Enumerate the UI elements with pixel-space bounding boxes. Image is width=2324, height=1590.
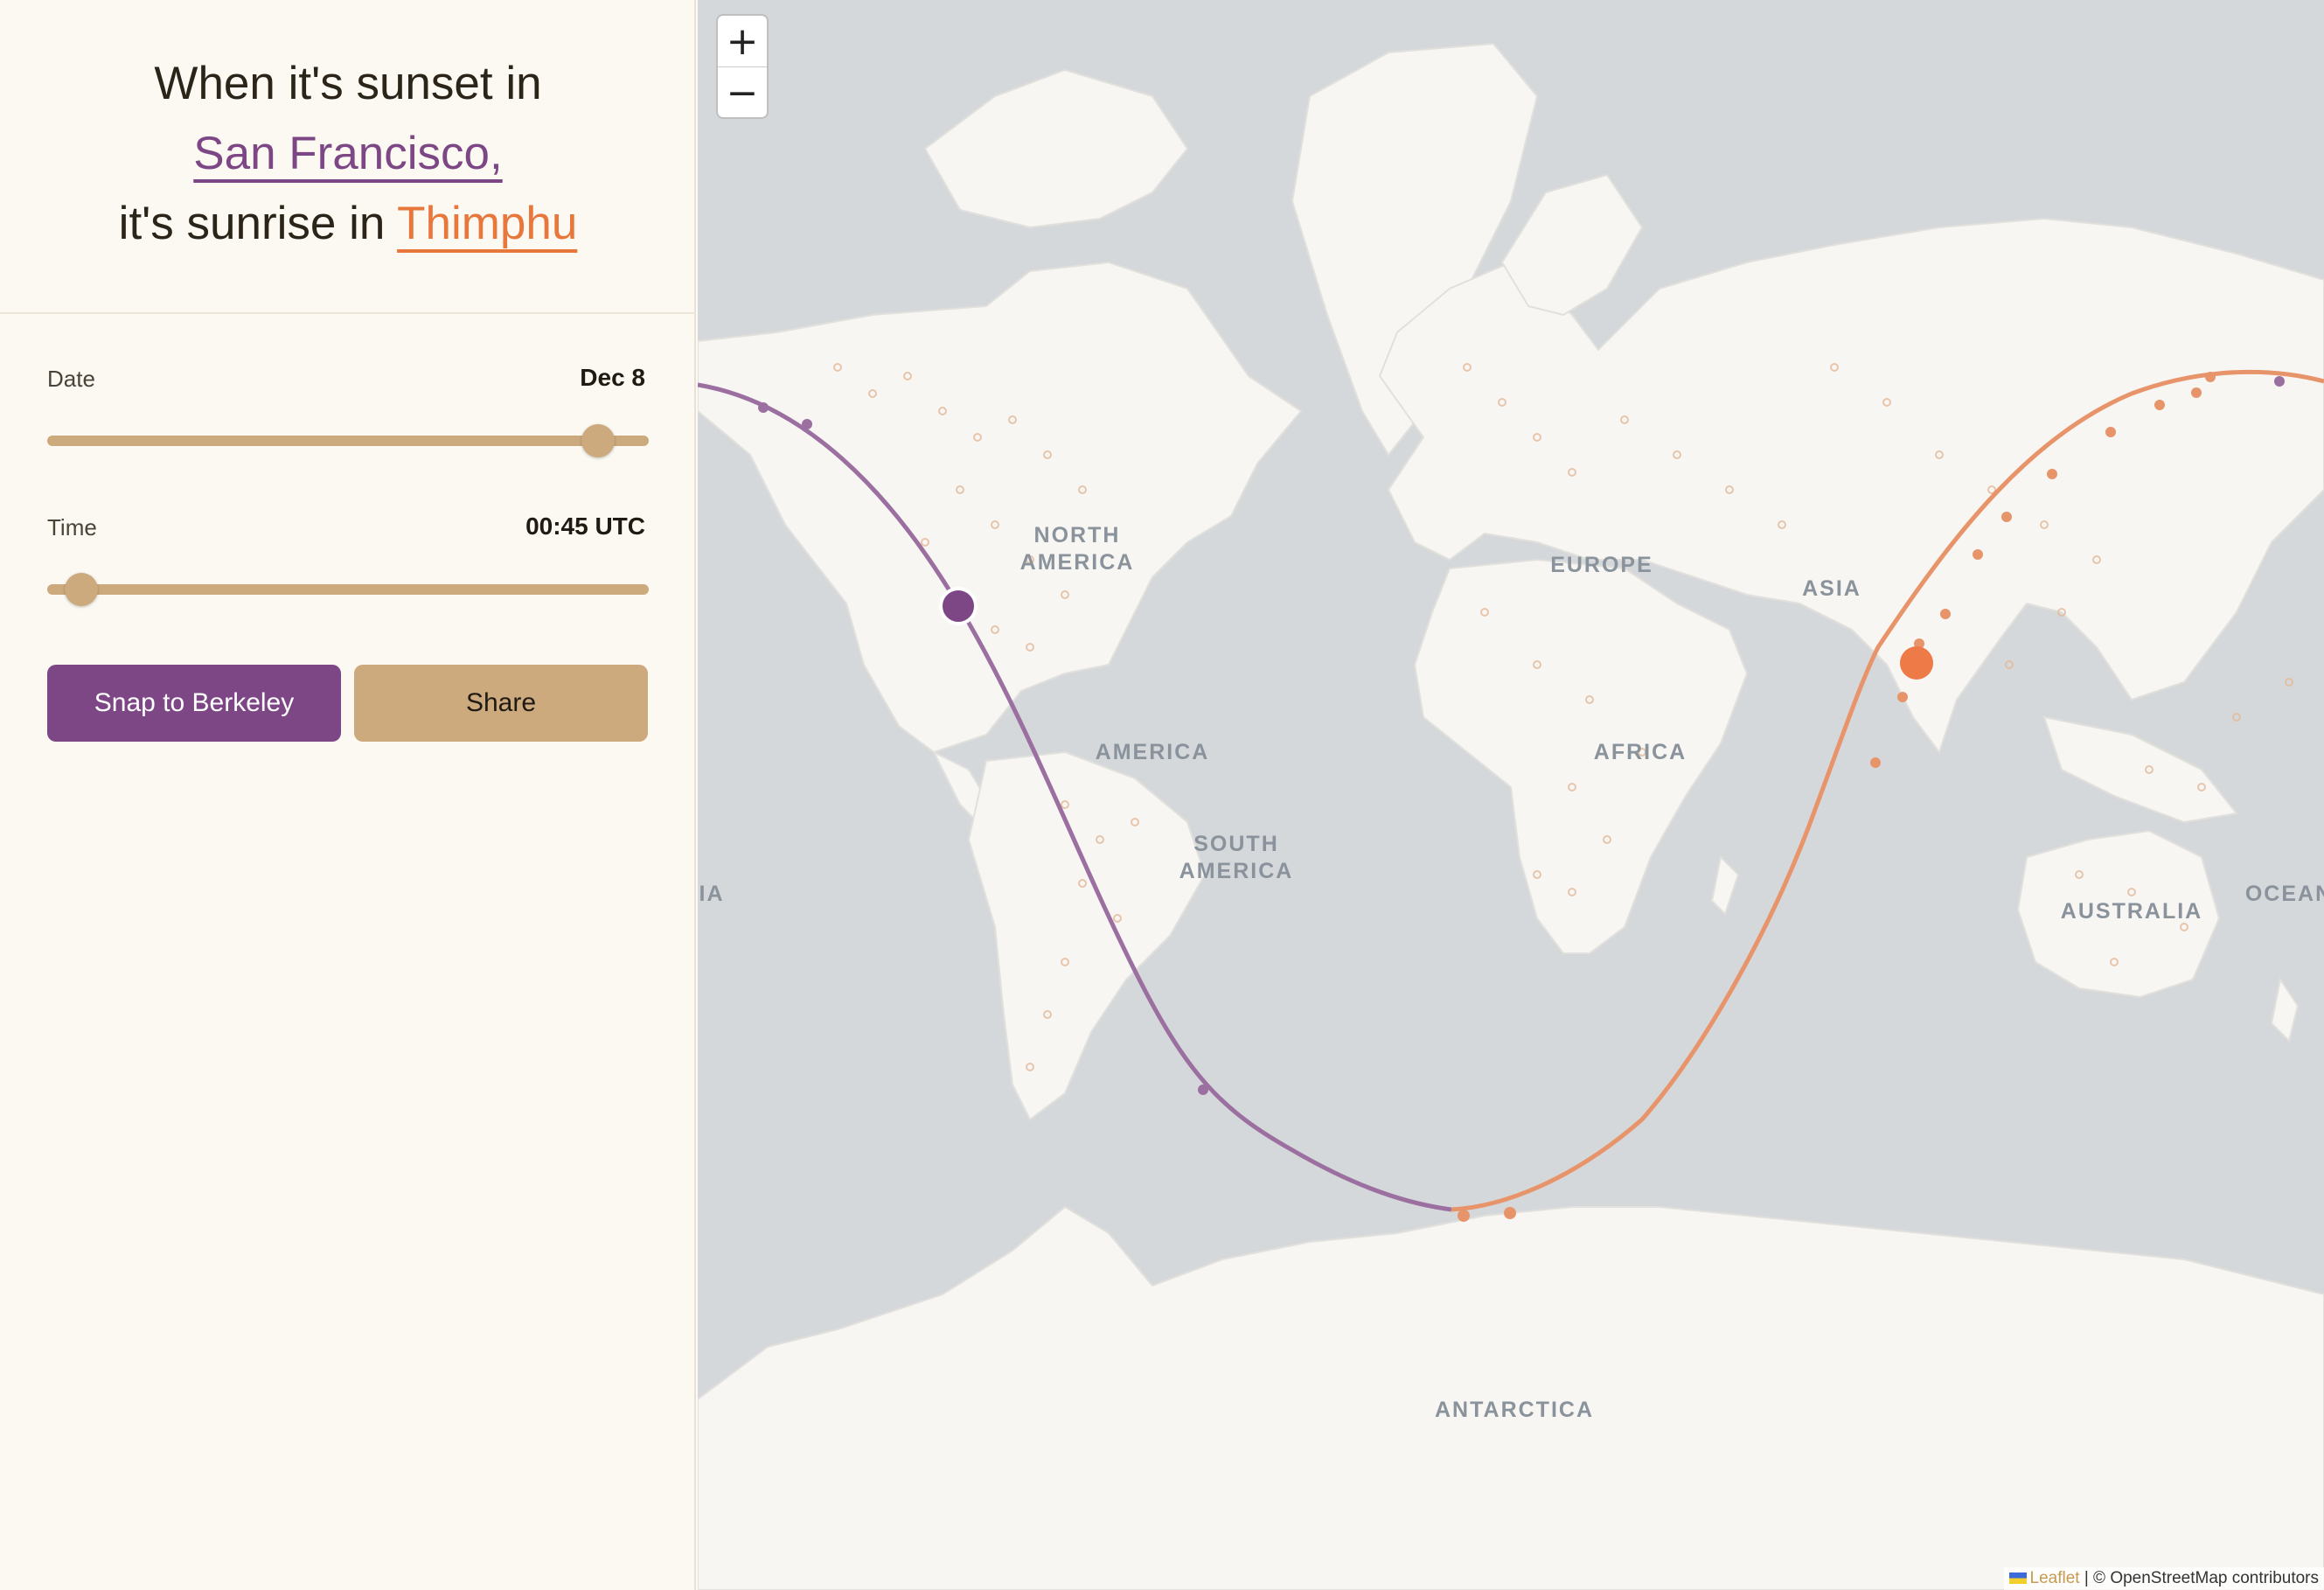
ukraine-flag-icon <box>2008 1573 2027 1585</box>
headline-line-1: When it's sunset in <box>154 58 542 109</box>
south-america-land <box>967 750 1207 1121</box>
label-oceania-partial: OCEAN <box>2245 882 2324 906</box>
label-north-america-1: NORTH <box>1034 523 1121 547</box>
attribution-text: | © OpenStreetMap contributors <box>2079 1569 2319 1587</box>
time-label: Time <box>47 514 97 540</box>
headline-line-3-prefix: it's sunrise in <box>118 198 398 249</box>
label-north-america-2: AMERICA <box>1020 550 1135 575</box>
date-slider-thumb[interactable] <box>581 424 615 457</box>
label-asia-partial-left: IA <box>699 882 725 906</box>
label-south-america-1: SOUTH <box>1193 832 1279 856</box>
map-canvas: NORTH AMERICA AMERICA SOUTH AMERICA EURO… <box>698 42 2324 1590</box>
label-europe: EUROPE <box>1550 553 1653 577</box>
sunrise-city-marker <box>1900 646 1933 680</box>
sunset-line-city-east <box>2274 376 2285 387</box>
zoom-control: + − <box>716 14 769 119</box>
new-zealand-land <box>2270 977 2300 1043</box>
label-south-america-2: AMERICA <box>1179 859 1294 883</box>
label-australia: AUSTRALIA <box>2061 899 2202 924</box>
divider <box>0 312 696 314</box>
label-asia: ASIA <box>1802 576 1861 601</box>
time-slider-thumb[interactable] <box>64 573 98 606</box>
label-central-america: AMERICA <box>1096 740 1210 764</box>
madagascar-land <box>1710 854 1740 916</box>
date-label: Date <box>47 366 95 392</box>
time-slider-track[interactable] <box>47 584 649 595</box>
arctic-islands-land <box>923 68 1189 229</box>
world-map[interactable]: NORTH AMERICA AMERICA SOUTH AMERICA EURO… <box>698 0 2324 1590</box>
sunrise-city-link[interactable]: Thimphu <box>397 198 577 249</box>
label-antarctica: ANTARCTICA <box>1435 1398 1594 1422</box>
zoom-out-button[interactable]: − <box>718 67 767 118</box>
sunset-city-link[interactable]: San Francisco, <box>193 128 502 179</box>
southeast-asia-islands-land <box>2042 715 2238 824</box>
snap-to-berkeley-button[interactable]: Snap to Berkeley <box>47 665 341 742</box>
scandinavia-land <box>1500 173 1644 317</box>
sunset-city-marker <box>939 587 978 625</box>
africa-land <box>1413 558 1749 954</box>
leaflet-link[interactable]: Leaflet <box>2030 1569 2080 1587</box>
date-value: Dec 8 <box>580 364 645 391</box>
label-africa: AFRICA <box>1594 740 1687 764</box>
map-attribution: Leaflet | © OpenStreetMap contributors <box>2003 1567 2324 1590</box>
sidebar: When it's sunset in San Francisco, it's … <box>0 0 696 1590</box>
date-slider-track[interactable] <box>47 436 649 446</box>
headline: When it's sunset in San Francisco, it's … <box>0 49 696 259</box>
zoom-in-button[interactable]: + <box>718 16 767 67</box>
time-value: 00:45 UTC <box>525 513 645 540</box>
share-button[interactable]: Share <box>354 665 648 742</box>
